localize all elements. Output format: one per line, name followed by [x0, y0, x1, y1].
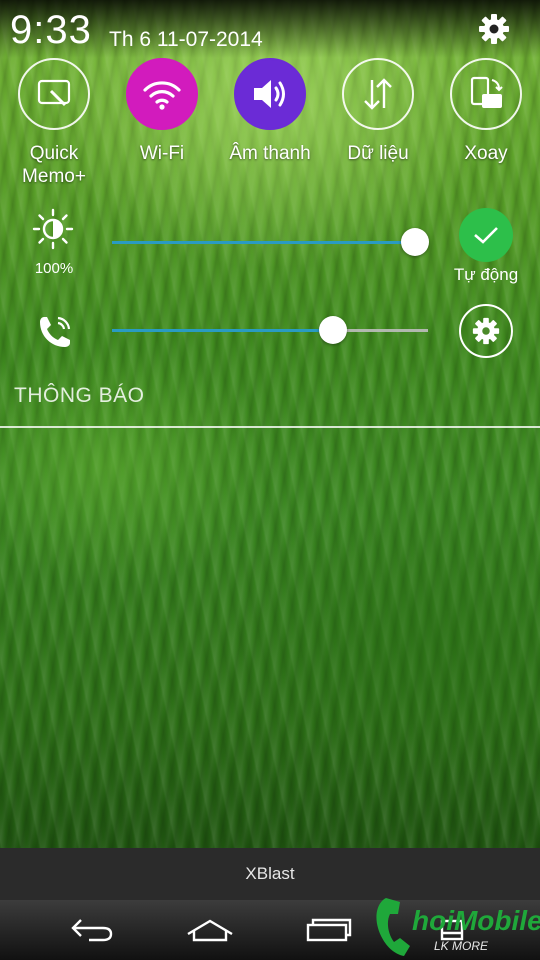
back-icon[interactable]: [63, 912, 119, 948]
toggle-label: Âm thanh: [229, 143, 311, 164]
rotate-icon: [450, 58, 522, 130]
toggle-sound[interactable]: Âm thanh: [220, 58, 320, 165]
divider: [0, 426, 540, 428]
wifi-icon: [126, 58, 198, 130]
auto-brightness-button[interactable]: [459, 208, 513, 262]
toggle-label: Wi-Fi: [139, 143, 185, 164]
date: Th 6 11-07-2014: [109, 28, 263, 51]
toggle-data[interactable]: Dữ liệu: [328, 58, 428, 165]
toggle-wifi[interactable]: Wi-Fi: [112, 58, 212, 165]
watermark-text: hoiMobile: [412, 905, 540, 936]
toggle-label: Quick Memo+: [22, 143, 86, 187]
recent-apps-icon[interactable]: [301, 912, 357, 948]
xblast-title: XBlast: [245, 864, 295, 883]
toggle-rotate[interactable]: Xoay: [436, 58, 536, 165]
brightness-slider-fill: [112, 241, 416, 244]
volume-icon: [234, 58, 306, 130]
brightness-slider[interactable]: [112, 228, 430, 256]
gear-icon[interactable]: [478, 13, 510, 45]
ringer-slider-thumb[interactable]: [319, 316, 348, 344]
check-icon: [474, 227, 498, 244]
phone-ringer-icon: [34, 312, 76, 354]
quick-memo-icon: [18, 58, 90, 130]
watermark-tagline: LK MORE: [434, 939, 489, 953]
brightness-icon: [32, 208, 74, 250]
clock: 9:33: [10, 8, 92, 52]
ringer-volume-slider[interactable]: [112, 316, 428, 344]
brightness-percent: 100%: [34, 260, 74, 277]
toggle-quick-memo[interactable]: Quick Memo+: [4, 58, 104, 188]
toggle-label: Xoay: [464, 143, 508, 164]
home-icon[interactable]: [182, 912, 238, 948]
data-transfer-icon: [342, 58, 414, 130]
gear-icon: [472, 317, 500, 345]
toggle-label: Dữ liệu: [347, 143, 409, 164]
auto-brightness-label: Tự động: [453, 265, 519, 284]
watermark-logo: hoiMobile LK MORE: [372, 892, 540, 960]
ringer-slider-fill: [112, 329, 334, 332]
notifications-header: THÔNG BÁO: [14, 384, 145, 407]
sound-settings-button[interactable]: [459, 304, 513, 358]
